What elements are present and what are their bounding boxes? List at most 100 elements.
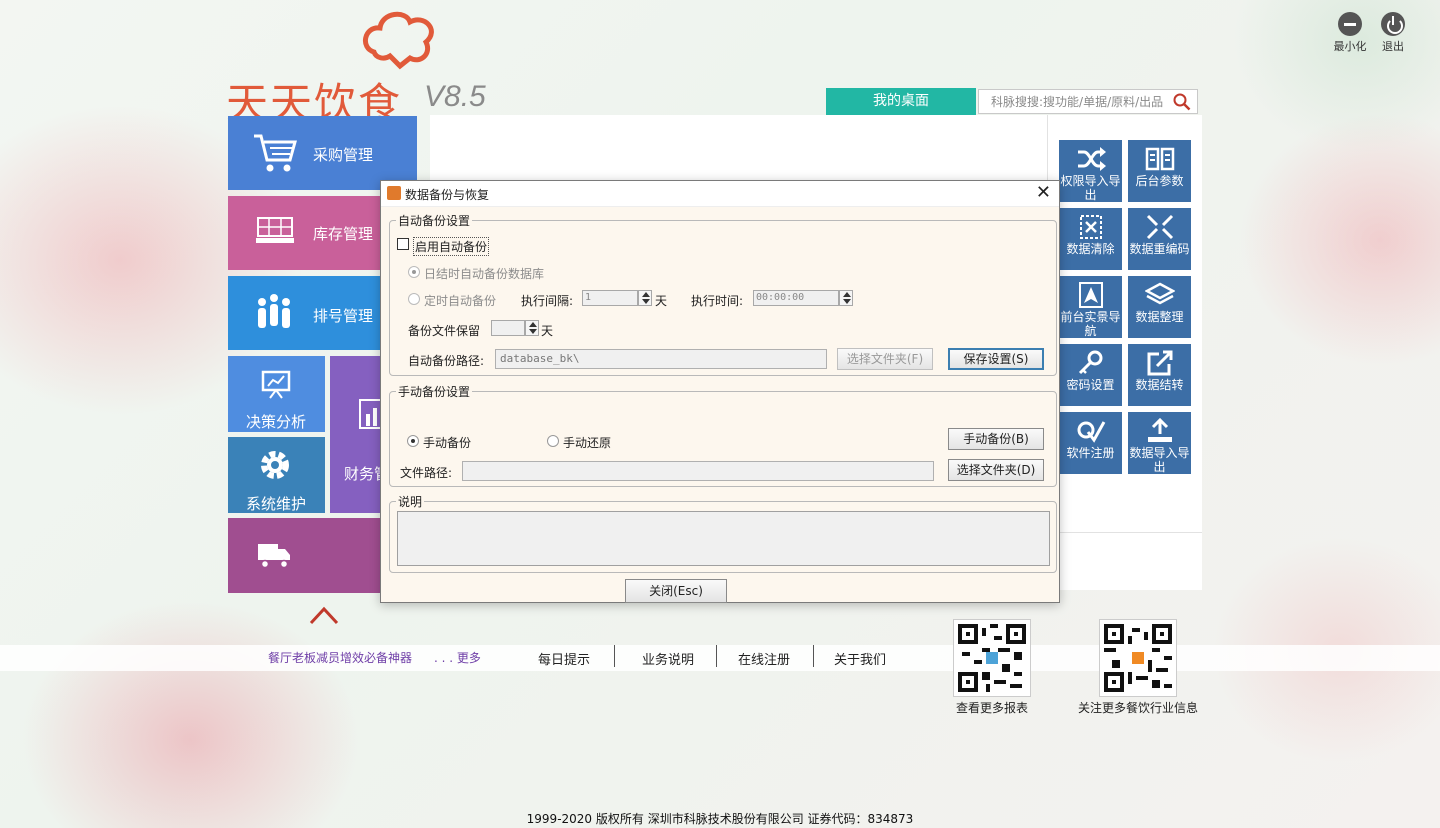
radio-manual-restore-label: 手动还原 xyxy=(563,436,612,450)
backup-restore-dialog: 数据备份与恢复 ✕ 自动备份设置 启用自动备份 日结时自动备份数据库 定时自动备… xyxy=(380,180,1060,603)
radio-manual-backup[interactable] xyxy=(407,435,419,447)
tile-label: 决策分析 xyxy=(246,413,307,431)
tile-password-settings[interactable]: 密码设置 xyxy=(1059,344,1122,406)
cart-icon xyxy=(254,134,297,172)
enable-auto-backup-checkbox[interactable] xyxy=(397,238,409,250)
dialog-title-bar: 数据备份与恢复 ✕ xyxy=(381,181,1059,207)
radio-manual-backup-label: 手动备份 xyxy=(423,436,472,450)
tile-label: 排号管理 xyxy=(313,307,374,325)
tile-frontend-navigation[interactable]: 前台实景导航 xyxy=(1059,276,1122,338)
tile-label: 前台实景导航 xyxy=(1060,310,1121,338)
file-path-input[interactable] xyxy=(462,461,934,481)
tile-data-import-export[interactable]: 数据导入导出 xyxy=(1128,412,1191,474)
external-link-icon xyxy=(1147,350,1172,376)
tab-my-desktop[interactable]: 我的桌面 xyxy=(826,88,976,115)
time-input[interactable]: 00:00:00 xyxy=(753,290,839,306)
link-online-registration[interactable]: 在线注册 xyxy=(738,649,790,668)
keep-files-input[interactable] xyxy=(491,320,525,336)
interval-input[interactable]: 1 xyxy=(582,290,638,306)
qr-caption: 查看更多报表 xyxy=(955,701,1028,715)
tile-decision-analysis[interactable]: 决策分析 xyxy=(228,356,325,432)
search-input[interactable] xyxy=(979,90,1169,113)
exit-label: 退出 xyxy=(1382,40,1404,53)
radio-daily-backup-label: 日结时自动备份数据库 xyxy=(424,267,545,281)
interval-unit: 天 xyxy=(655,294,668,308)
app-version: V8.5 xyxy=(424,80,486,113)
divider xyxy=(1047,532,1202,533)
tile-purchase-management[interactable]: 采购管理 xyxy=(228,116,417,190)
keep-files-spinner[interactable] xyxy=(525,320,539,336)
tile-data-organize[interactable]: 数据整理 xyxy=(1128,276,1191,338)
search-icon[interactable] xyxy=(1173,93,1191,111)
minimize-label: 最小化 xyxy=(1333,40,1367,53)
navigation-icon xyxy=(1078,282,1103,308)
link-about-us[interactable]: 关于我们 xyxy=(834,649,886,668)
upload-icon xyxy=(1147,418,1172,442)
tile-backend-parameters[interactable]: 后台参数 xyxy=(1128,140,1191,202)
people-queue-icon xyxy=(258,294,290,328)
book-icon xyxy=(1145,147,1174,171)
save-settings-button[interactable]: 保存设置(S) xyxy=(948,348,1044,370)
key-icon xyxy=(1078,350,1102,375)
interval-spinner[interactable] xyxy=(638,290,652,306)
tile-label: 数据清除 xyxy=(1066,242,1115,256)
radio-daily-backup[interactable] xyxy=(408,266,420,278)
choose-folder-f-button[interactable]: 选择文件夹(F) xyxy=(837,348,933,370)
tile-permission-import-export[interactable]: 权限导入导出 xyxy=(1059,140,1122,202)
collapse-up-icon[interactable] xyxy=(308,604,340,626)
tile-label: 数据整理 xyxy=(1135,310,1184,324)
tile-label: 采购管理 xyxy=(313,146,374,164)
tile-label: 库存管理 xyxy=(313,225,374,243)
tile-data-clear[interactable]: 数据清除 xyxy=(1059,208,1122,270)
choose-folder-d-button[interactable]: 选择文件夹(D) xyxy=(948,459,1044,481)
exit-button[interactable]: 退出 xyxy=(1373,12,1413,54)
tile-data-reencode[interactable]: 数据重编码 xyxy=(1128,208,1191,270)
link-daily-tips[interactable]: 每日提示 xyxy=(538,649,590,668)
promo-link[interactable]: 餐厅老板减员增效必备神器 xyxy=(268,649,412,666)
keep-files-label: 备份文件保留 xyxy=(408,324,481,338)
warehouse-icon xyxy=(256,217,294,243)
register-icon xyxy=(1077,421,1105,443)
copyright: 1999-2020 版权所有 深圳市科脉技术股份有限公司 证券代码：834873 xyxy=(526,812,914,826)
qr-code-icon xyxy=(1104,624,1172,692)
gear-icon xyxy=(261,451,289,479)
tile-system-maintenance[interactable]: 系统维护 xyxy=(228,437,325,513)
time-label: 执行时间: xyxy=(691,294,744,308)
dialog-title: 数据备份与恢复 xyxy=(405,188,490,202)
minimize-button[interactable]: 最小化 xyxy=(1330,12,1370,54)
divider xyxy=(716,645,717,667)
enable-auto-backup-label[interactable]: 启用自动备份 xyxy=(413,237,490,256)
tile-software-registration[interactable]: 软件注册 xyxy=(1059,412,1122,474)
tile-label: 软件注册 xyxy=(1066,446,1115,460)
close-icon[interactable]: ✕ xyxy=(1036,183,1051,203)
tile-label: 权限导入导出 xyxy=(1060,174,1121,202)
layers-icon xyxy=(1144,282,1175,305)
time-spinner[interactable] xyxy=(839,290,853,306)
radio-timed-backup[interactable] xyxy=(408,293,420,305)
power-icon xyxy=(1381,12,1405,36)
divider xyxy=(813,645,814,667)
tile-data-carryover[interactable]: 数据结转 xyxy=(1128,344,1191,406)
tile-label: 后台参数 xyxy=(1135,174,1184,188)
group-title: 说明 xyxy=(396,493,425,510)
qr-code-industry-info xyxy=(1099,619,1177,697)
tile-label: 数据结转 xyxy=(1135,378,1184,392)
interval-label: 执行间隔: xyxy=(521,294,574,308)
chef-hat-icon xyxy=(363,11,434,70)
radio-timed-backup-label: 定时自动备份 xyxy=(424,294,497,308)
tile-label: 数据重编码 xyxy=(1129,242,1190,256)
truck-icon xyxy=(258,544,290,569)
radio-manual-restore[interactable] xyxy=(547,435,559,447)
qr-code-reports xyxy=(953,619,1031,697)
group-title: 自动备份设置 xyxy=(396,212,473,229)
keep-files-unit: 天 xyxy=(541,324,554,338)
more-link[interactable]: . . . 更多 xyxy=(434,649,481,666)
manual-backup-button[interactable]: 手动备份(B) xyxy=(948,428,1044,450)
link-business-guide[interactable]: 业务说明 xyxy=(642,649,694,668)
qr-caption: 关注更多餐饮行业信息 xyxy=(1077,701,1198,715)
tile-label: 密码设置 xyxy=(1066,378,1115,392)
file-path-label: 文件路径: xyxy=(400,466,453,480)
bottom-bar xyxy=(0,645,1440,671)
auto-path-input[interactable]: database_bk\ xyxy=(495,349,827,369)
close-esc-button[interactable]: 关闭(Esc) xyxy=(625,579,727,603)
